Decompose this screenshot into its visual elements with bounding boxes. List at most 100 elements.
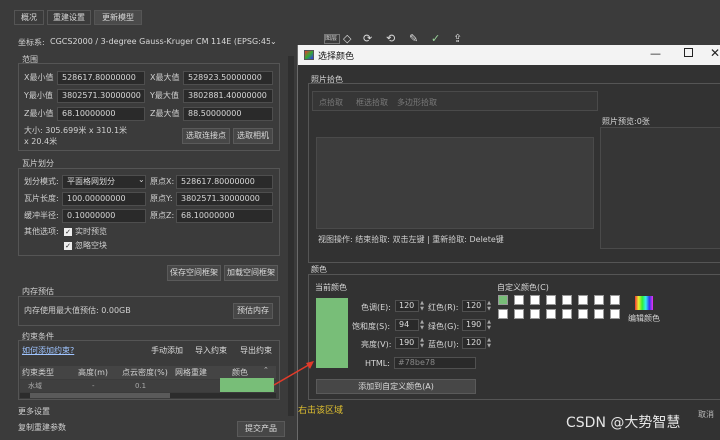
custom-color-swatch[interactable]: [562, 295, 572, 305]
xmin-field[interactable]: 528617.80000000: [57, 71, 145, 85]
origin-y-field[interactable]: 3802571.30000000: [176, 192, 273, 206]
tab-rebuild-settings[interactable]: 重建设置: [47, 10, 91, 25]
val-field[interactable]: 190: [395, 337, 419, 349]
xmax-field[interactable]: 528923.50000000: [183, 71, 273, 85]
col-height: 高度(m): [78, 368, 109, 377]
custom-color-swatch[interactable]: [594, 295, 604, 305]
realtime-preview-checkbox[interactable]: ✓: [64, 228, 72, 236]
layer-icon[interactable]: ◇: [343, 32, 351, 45]
chevron-up-icon[interactable]: ⌃: [263, 366, 269, 374]
current-color-label: 当前颜色: [315, 283, 347, 292]
rotate-icon[interactable]: ⟳: [363, 32, 372, 45]
custom-color-swatch[interactable]: [546, 309, 556, 319]
red-stepper[interactable]: ▲ ▼: [486, 300, 492, 312]
sat-stepper[interactable]: ▲ ▼: [419, 319, 425, 331]
hue-field[interactable]: 120: [395, 300, 419, 312]
ignore-empty-label: 忽略空块: [75, 241, 107, 250]
dialog-titlebar[interactable]: 选择颜色 — ✕: [298, 45, 720, 65]
ymax-label: Y最大值: [150, 91, 179, 100]
green-stepper[interactable]: ▲ ▼: [486, 319, 492, 331]
custom-color-swatch[interactable]: [578, 309, 588, 319]
how-to-add-link[interactable]: 如何添加约束?: [22, 344, 74, 358]
tab-overview[interactable]: 概况: [14, 10, 44, 25]
origin-x-field[interactable]: 528617.80000000: [176, 175, 273, 189]
html-field[interactable]: #78be78: [394, 357, 476, 369]
pick-points-button[interactable]: 选取连接点: [182, 128, 230, 144]
val-stepper[interactable]: ▲ ▼: [419, 337, 425, 349]
maximize-icon[interactable]: [684, 48, 693, 57]
custom-color-swatch[interactable]: [610, 309, 620, 319]
add-custom-color-button[interactable]: 添加到自定义颜色(A): [316, 379, 476, 394]
blue-field[interactable]: 120: [462, 337, 486, 349]
manual-add-button[interactable]: 手动添加: [147, 344, 187, 360]
more-settings-link[interactable]: 更多设置: [18, 405, 50, 419]
col-density: 点云密度(%): [122, 368, 168, 377]
tab-update-model[interactable]: 更新模型: [94, 10, 142, 25]
refresh-icon[interactable]: ⟲: [386, 32, 395, 45]
export-icon[interactable]: ⇪: [453, 32, 462, 45]
custom-color-swatch[interactable]: [514, 295, 524, 305]
close-icon[interactable]: ✕: [710, 46, 720, 60]
current-color-preview[interactable]: [316, 298, 348, 368]
red-field[interactable]: 120: [462, 300, 486, 312]
custom-color-swatch[interactable]: [514, 309, 524, 319]
tab-box-pick[interactable]: 框选拾取: [356, 97, 388, 108]
mode-select[interactable]: 平面格网划分: [62, 175, 146, 189]
realtime-preview-label: 实时预览: [75, 227, 107, 236]
hue-stepper[interactable]: ▲ ▼: [419, 300, 425, 312]
zmax-field[interactable]: 88.50000000: [183, 107, 273, 121]
custom-color-swatch[interactable]: [578, 295, 588, 305]
save-frame-button[interactable]: 保存空间框架: [167, 265, 221, 281]
custom-color-swatch[interactable]: [546, 295, 556, 305]
toolbar-dropdown[interactable]: 图层: [324, 34, 340, 44]
chevron-down-icon[interactable]: ⌄: [138, 175, 145, 184]
custom-color-swatch[interactable]: [562, 309, 572, 319]
row-color-cell[interactable]: [220, 378, 274, 392]
load-frame-button[interactable]: 加载空间框架: [224, 265, 278, 281]
edit-colors-icon[interactable]: [635, 296, 653, 310]
origin-z-field[interactable]: 68.10000000: [176, 209, 273, 223]
photo-preview-area[interactable]: [600, 127, 720, 249]
blue-label: 蓝色(U):: [428, 340, 459, 349]
ymin-label: Y最小值: [24, 91, 53, 100]
estimate-memory-button[interactable]: 预估内存: [233, 303, 273, 319]
custom-color-swatch[interactable]: [530, 295, 540, 305]
submit-product-button[interactable]: 提交产品: [237, 421, 285, 437]
table-scrollbar-thumb[interactable]: [30, 393, 170, 398]
import-constraints-button[interactable]: 导入约束: [191, 344, 231, 360]
ymax-field[interactable]: 3802881.40000000: [183, 89, 273, 103]
edit-colors-button[interactable]: 编辑颜色: [628, 313, 660, 324]
tile-length-field[interactable]: 100.00000000: [62, 192, 146, 206]
green-field[interactable]: 190: [462, 319, 486, 331]
photo-view[interactable]: [316, 137, 594, 229]
cancel-button[interactable]: 取消: [698, 409, 714, 420]
custom-color-swatch[interactable]: [594, 309, 604, 319]
crs-label: 坐标系:: [18, 38, 45, 47]
xmin-label: X最小值: [24, 73, 54, 82]
ymin-field[interactable]: 3802571.30000000: [57, 89, 145, 103]
chevron-down-icon[interactable]: ⌄: [270, 37, 277, 46]
pick-camera-button[interactable]: 选取相机: [233, 128, 273, 144]
sat-field[interactable]: 94: [395, 319, 419, 331]
tab-point-pick[interactable]: 点拾取: [319, 97, 343, 108]
zmax-label: Z最大值: [150, 109, 180, 118]
custom-color-swatch[interactable]: [498, 295, 508, 305]
pen-icon[interactable]: ✎: [409, 32, 418, 45]
custom-color-grid: [498, 295, 622, 323]
annotation-arrow: [273, 361, 314, 386]
custom-color-swatch[interactable]: [498, 309, 508, 319]
zmin-field[interactable]: 68.10000000: [57, 107, 145, 121]
blue-stepper[interactable]: ▲ ▼: [486, 337, 492, 349]
row-type: 水域: [28, 382, 42, 390]
tab-polygon-pick[interactable]: 多边形拾取: [397, 97, 437, 108]
watermark: CSDN @大势智慧: [566, 415, 681, 431]
crs-select[interactable]: CGCS2000 / 3-degree Gauss-Kruger CM 114E…: [46, 36, 270, 50]
custom-color-swatch[interactable]: [610, 295, 620, 305]
picker-icon[interactable]: ✓: [431, 32, 440, 45]
custom-color-swatch[interactable]: [530, 309, 540, 319]
copy-params-link[interactable]: 复制重建参数: [18, 421, 66, 435]
toolbar: [297, 30, 720, 45]
minimize-icon[interactable]: —: [650, 47, 661, 60]
buffer-field[interactable]: 0.10000000: [62, 209, 146, 223]
ignore-empty-checkbox[interactable]: ✓: [64, 242, 72, 250]
